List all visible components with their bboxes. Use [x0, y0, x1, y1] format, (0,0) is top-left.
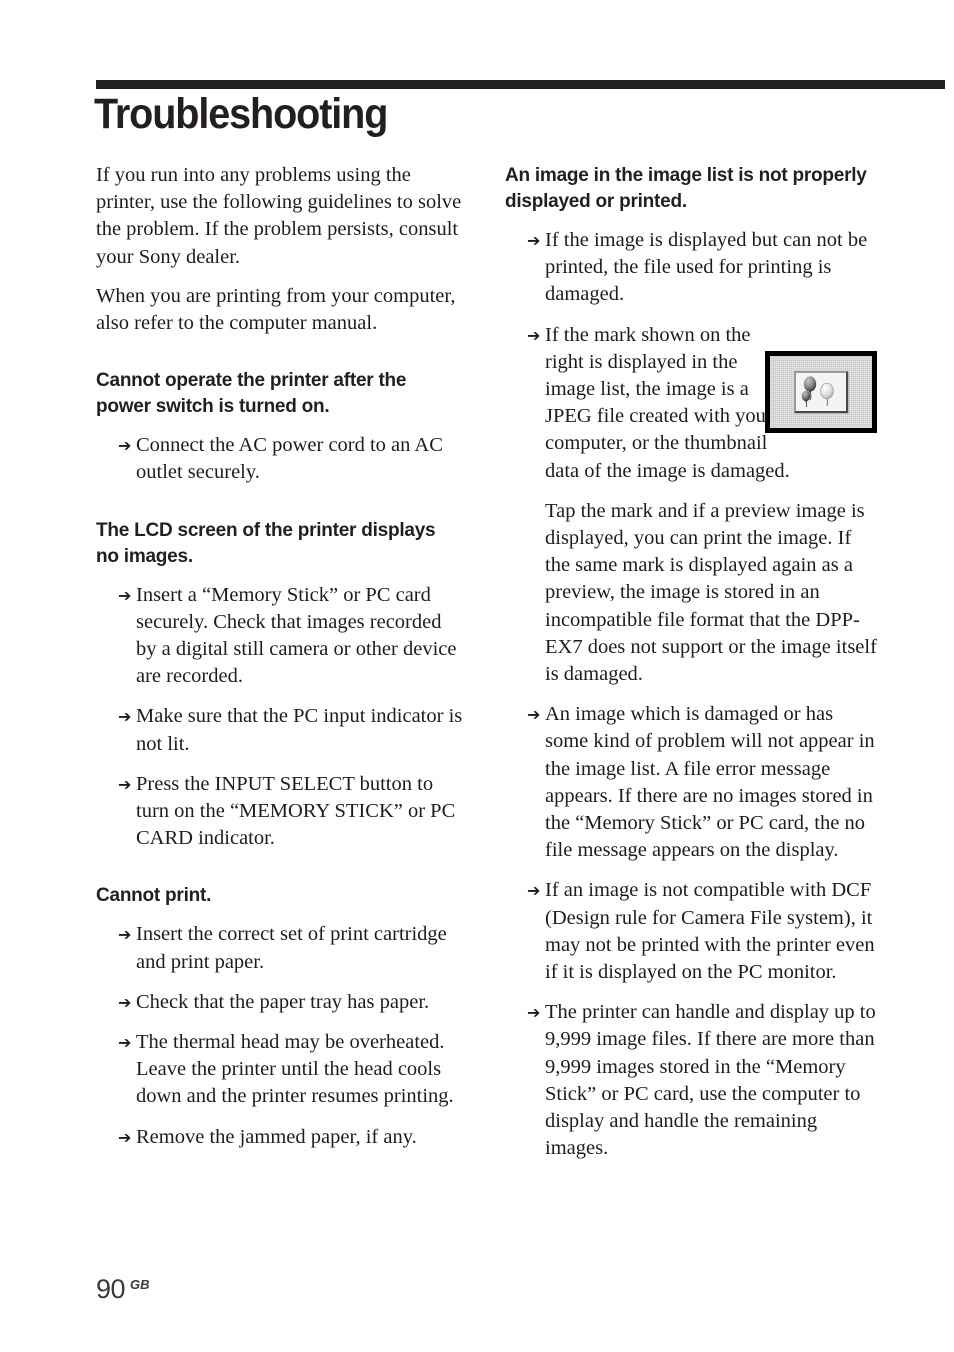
list-item: ➔ If the mark shown on the right is disp…: [505, 322, 790, 485]
arrow-bullet-icon: ➔: [118, 585, 132, 605]
list-item-text: Remove the jammed paper, if any.: [136, 1125, 417, 1148]
list-item-text: If the mark shown on the right is displa…: [545, 323, 790, 482]
arrow-bullet-icon: ➔: [527, 325, 541, 345]
list-item: ➔ Make sure that the PC input indicator …: [96, 703, 466, 757]
arrow-bullet-icon: ➔: [118, 1033, 132, 1053]
list-item: ➔ Insert the correct set of print cartri…: [96, 921, 466, 975]
list-item-text: The thermal head may be overheated. Leav…: [136, 1031, 454, 1108]
list-item-text: If the image is displayed but can not be…: [545, 229, 868, 306]
list-item-text: The printer can handle and display up to…: [545, 1001, 876, 1160]
arrow-bullet-icon: ➔: [118, 774, 132, 794]
list-item: ➔ If the image is displayed but can not …: [505, 227, 880, 309]
arrow-bullet-icon: ➔: [118, 992, 132, 1012]
list-item: ➔ Connect the AC power cord to an AC out…: [96, 432, 466, 486]
list-item-text: Connect the AC power cord to an AC outle…: [136, 434, 443, 484]
balloons-placeholder-icon: [794, 371, 848, 413]
list-item-text: Press the INPUT SELECT button to turn on…: [136, 772, 456, 850]
right-column: An image in the image list is not proper…: [505, 162, 880, 1163]
list-item: ➔ If an image is not compatible with DCF…: [505, 877, 880, 986]
arrow-bullet-icon: ➔: [527, 881, 541, 901]
arrow-bullet-icon: ➔: [118, 925, 132, 945]
continuation-paragraph: Tap the mark and if a preview image is d…: [505, 498, 880, 688]
manual-page: Troubleshooting If you run into any prob…: [0, 0, 954, 1352]
list-item-text: An image which is damaged or has some ki…: [545, 703, 875, 862]
section-heading-image-list: An image in the image list is not proper…: [505, 164, 867, 212]
list-item: ➔ Remove the jammed paper, if any.: [96, 1124, 466, 1151]
list-item: ➔ An image which is damaged or has some …: [505, 701, 880, 864]
arrow-bullet-icon: ➔: [527, 1003, 541, 1023]
intro-paragraph-1: If you run into any problems using the p…: [96, 164, 462, 268]
arrow-bullet-icon: ➔: [118, 707, 132, 727]
section-heading-power-switch: Cannot operate the printer after the pow…: [96, 369, 407, 418]
list-item-text: If an image is not compatible with DCF (…: [545, 879, 875, 984]
arrow-bullet-icon: ➔: [118, 436, 132, 456]
list-item: ➔ Press the INPUT SELECT button to turn …: [96, 771, 466, 853]
section-heading-lcd-screen: The LCD screen of the printer displays n…: [96, 518, 436, 567]
page-footer: 90 GB: [96, 1274, 150, 1305]
page-number: 90: [96, 1274, 126, 1304]
title-rule: [96, 80, 945, 89]
page-region-code: GB: [130, 1277, 150, 1292]
balloons-icon-art: [801, 376, 834, 408]
section-heading-cannot-print: Cannot print.: [96, 884, 212, 907]
continuation-text: Tap the mark and if a preview image is d…: [545, 499, 877, 686]
left-column: If you run into any problems using the p…: [96, 162, 466, 1151]
page-title: Troubleshooting: [94, 90, 388, 138]
arrow-bullet-icon: ➔: [118, 1127, 132, 1147]
arrow-bullet-icon: ➔: [527, 705, 541, 725]
list-item-text: Insert a “Memory Stick” or PC card secur…: [136, 583, 457, 688]
list-item-text: Make sure that the PC input indicator is…: [136, 705, 463, 755]
intro-paragraph-2: When you are printing from your computer…: [96, 284, 456, 335]
arrow-bullet-icon: ➔: [527, 231, 541, 250]
list-item: ➔ Insert a “Memory Stick” or PC card sec…: [96, 582, 466, 691]
list-item: ➔ The thermal head may be overheated. Le…: [96, 1029, 466, 1111]
broken-thumbnail-mark-figure: [765, 351, 877, 433]
list-item-text: Insert the correct set of print cartridg…: [136, 923, 447, 973]
list-item-text: Check that the paper tray has paper.: [136, 990, 430, 1013]
list-item: ➔ Check that the paper tray has paper.: [96, 989, 466, 1016]
list-item: ➔ The printer can handle and display up …: [505, 999, 880, 1162]
